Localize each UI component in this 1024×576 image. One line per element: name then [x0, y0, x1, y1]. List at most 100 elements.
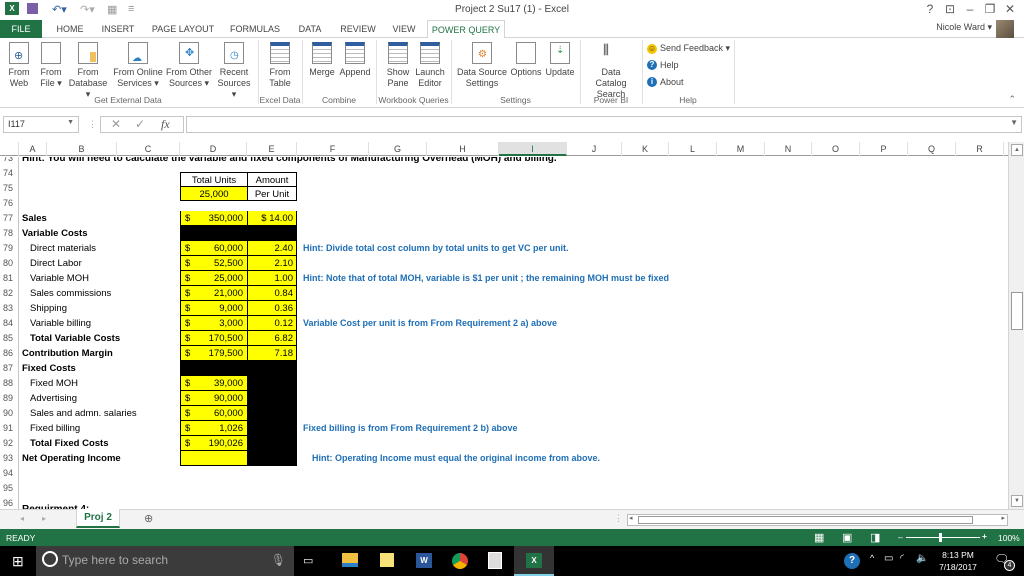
data-catalog-search-button[interactable]: ⫼ Data Catalog Search	[585, 42, 637, 100]
per-unit-cell[interactable]	[247, 421, 297, 436]
show-hidden-icons-icon[interactable]: ^	[870, 553, 874, 563]
line-item-label[interactable]: Sales commissions	[30, 286, 111, 301]
total-amount-cell[interactable]	[180, 226, 247, 241]
per-unit-cell[interactable]: 1.00	[247, 271, 297, 286]
per-unit-cell[interactable]	[247, 436, 297, 451]
tab-page-layout[interactable]: PAGE LAYOUT	[148, 20, 218, 38]
total-amount-cell[interactable]: $60,000	[180, 241, 247, 256]
column-header[interactable]: M	[717, 142, 765, 156]
column-header[interactable]: J	[567, 142, 622, 156]
per-unit-cell[interactable]: 7.18	[247, 346, 297, 361]
column-header[interactable]: F	[297, 142, 369, 156]
per-unit-cell[interactable]: 6.82	[247, 331, 297, 346]
row-header[interactable]: 89	[0, 391, 19, 406]
row-header[interactable]: 95	[0, 481, 19, 496]
from-table-button[interactable]: From Table	[264, 42, 296, 89]
tab-home[interactable]: HOME	[50, 20, 90, 38]
tab-view[interactable]: VIEW	[388, 20, 420, 38]
line-item-label[interactable]: Fixed MOH	[30, 376, 78, 391]
column-header[interactable]: R	[956, 142, 1004, 156]
total-amount-cell[interactable]: $9,000	[180, 301, 247, 316]
avatar[interactable]	[996, 20, 1014, 38]
recent-sources-button[interactable]: ◷ Recent Sources ▾	[214, 42, 254, 100]
options-button[interactable]: Options	[508, 42, 544, 78]
row-header[interactable]: 93	[0, 451, 19, 466]
row-header[interactable]: 77	[0, 211, 19, 226]
row-header[interactable]: 86	[0, 346, 19, 361]
line-item-label[interactable]: Net Operating Income	[22, 451, 121, 466]
clock[interactable]: 8:13 PM 7/18/2017	[936, 549, 980, 573]
line-item-label[interactable]: Variable billing	[30, 316, 91, 331]
line-item-label[interactable]: Contribution Margin	[22, 346, 113, 361]
row-header[interactable]: 75	[0, 181, 19, 196]
scroll-sheets-left-icon[interactable]: ◂	[20, 514, 24, 523]
vertical-scrollbar[interactable]: ▲ ▼	[1008, 142, 1024, 509]
horizontal-scrollbar-thumb[interactable]	[638, 516, 973, 524]
scroll-up-icon[interactable]: ▲	[1011, 144, 1023, 156]
zoom-level[interactable]: 100%	[998, 533, 1020, 543]
scroll-sheets-right-icon[interactable]: ▸	[42, 514, 46, 523]
zoom-slider[interactable]	[906, 537, 980, 538]
row-header[interactable]: 79	[0, 241, 19, 256]
close-icon[interactable]: ✕	[1000, 2, 1020, 16]
line-item-label[interactable]: Direct Labor	[30, 256, 82, 271]
row-header[interactable]: 88	[0, 376, 19, 391]
row-header[interactable]: 81	[0, 271, 19, 286]
from-other-sources-button[interactable]: ✥ From Other Sources ▾	[165, 42, 213, 89]
scroll-right-icon[interactable]: ▸	[1001, 514, 1005, 522]
sticky-notes-icon[interactable]	[380, 553, 394, 567]
microphone-icon[interactable]: 🎙	[271, 553, 286, 567]
line-item-label[interactable]: Advertising	[30, 391, 77, 406]
line-item-label[interactable]: Sales	[22, 211, 47, 226]
formula-input[interactable]	[186, 116, 1022, 133]
minimize-icon[interactable]: –	[960, 2, 980, 16]
show-pane-button[interactable]: Show Pane	[383, 42, 413, 89]
column-header[interactable]: P	[860, 142, 908, 156]
row-header[interactable]: 84	[0, 316, 19, 331]
update-button[interactable]: ⇣ Update	[544, 42, 576, 78]
restore-icon[interactable]: ❐	[980, 2, 1000, 16]
per-unit-cell[interactable]	[247, 226, 297, 241]
column-header[interactable]: O	[812, 142, 860, 156]
per-unit-cell[interactable]: 0.36	[247, 301, 297, 316]
per-unit-cell[interactable]: 2.10	[247, 256, 297, 271]
column-header[interactable]: K	[622, 142, 669, 156]
new-sheet-icon[interactable]: ⊕	[144, 512, 153, 525]
file-explorer-icon[interactable]	[342, 553, 358, 567]
total-amount-cell[interactable]: $60,000	[180, 406, 247, 421]
per-unit-cell[interactable]	[247, 361, 297, 376]
total-amount-cell[interactable]: $190,026	[180, 436, 247, 451]
line-item-label[interactable]: Total Fixed Costs	[30, 436, 108, 451]
column-header[interactable]: Q	[908, 142, 956, 156]
total-amount-cell[interactable]: $170,500	[180, 331, 247, 346]
expand-formula-bar-icon[interactable]: ▼	[1010, 118, 1018, 127]
per-unit-cell[interactable]	[247, 406, 297, 421]
zoom-out-button[interactable]: –	[898, 532, 903, 542]
total-units-header[interactable]: Total Units	[180, 172, 247, 187]
row-header[interactable]: 85	[0, 331, 19, 346]
line-item-label[interactable]: Shipping	[30, 301, 67, 316]
row-header[interactable]: 80	[0, 256, 19, 271]
zoom-slider-thumb[interactable]	[939, 533, 942, 542]
volume-icon[interactable]: 🔈	[916, 553, 928, 564]
horizontal-scrollbar[interactable]: ◂ ▸	[627, 514, 1008, 526]
per-unit-cell[interactable]: 0.12	[247, 316, 297, 331]
wifi-icon[interactable]: ◜	[900, 553, 904, 564]
about-button[interactable]: i About	[647, 77, 684, 87]
ribbon-display-icon[interactable]: ⊡	[940, 2, 960, 16]
row-header[interactable]: 87	[0, 361, 19, 376]
total-amount-cell[interactable]	[180, 361, 247, 376]
tab-data[interactable]: DATA	[293, 20, 327, 38]
tab-file[interactable]: FILE	[0, 20, 42, 38]
column-header[interactable]: E	[247, 142, 297, 156]
name-box[interactable]: I117 ▼	[3, 116, 79, 133]
column-header[interactable]: N	[765, 142, 812, 156]
user-account[interactable]: Nicole Ward ▾	[936, 22, 992, 33]
row-header[interactable]: 78	[0, 226, 19, 241]
page-layout-view-icon[interactable]: ▣	[842, 531, 852, 544]
per-unit-cell[interactable]	[247, 391, 297, 406]
calculator-icon[interactable]	[488, 552, 502, 569]
per-unit-cell[interactable]: 2.40	[247, 241, 297, 256]
total-amount-cell[interactable]: $90,000	[180, 391, 247, 406]
row-header[interactable]: 94	[0, 466, 19, 481]
